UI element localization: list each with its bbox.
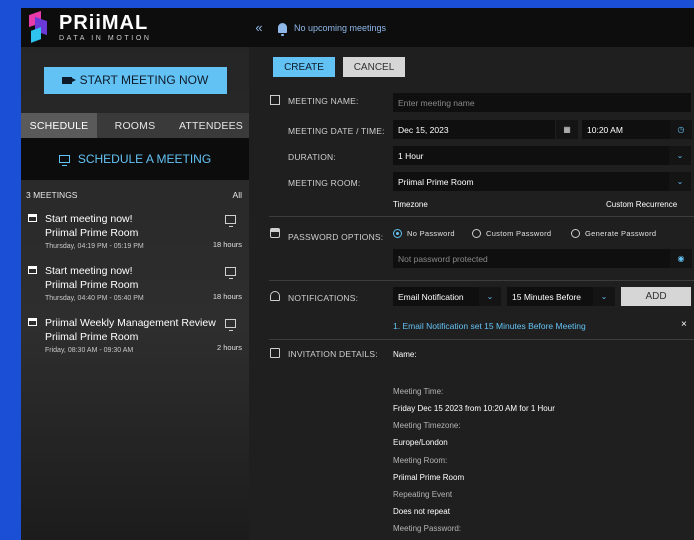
radio-no-password[interactable]: No Password: [393, 229, 455, 238]
calendar-icon: [28, 266, 37, 274]
divider: [269, 280, 694, 281]
invite-meeting-time: Friday Dec 15 2023 from 10:20 AM for 1 H…: [393, 404, 555, 413]
join-screen-icon[interactable]: [225, 215, 236, 227]
calendar-icon: [28, 214, 37, 222]
meeting-room-select[interactable]: Priimal Prime Room: [393, 172, 669, 191]
chevron-down-icon[interactable]: ⌄: [669, 146, 691, 165]
join-screen-icon[interactable]: [225, 267, 236, 279]
start-meeting-label: START MEETING NOW: [79, 73, 209, 87]
meeting-list-item[interactable]: Start meeting now! Priimal Prime Room Th…: [21, 258, 249, 310]
app-window: PRiiMAL DATA IN MOTION START MEETING NOW…: [21, 8, 694, 540]
calendar-icon: [28, 318, 37, 326]
create-meeting-panel: « No upcoming meetings CREATE CANCEL MEE…: [249, 8, 694, 540]
calendar-icon: [270, 95, 280, 105]
invite-repeat-label: Repeating Event: [393, 490, 453, 499]
top-bar: « No upcoming meetings: [249, 8, 694, 47]
invitation-details-label: INVITATION DETAILS:: [288, 349, 378, 359]
duration-select[interactable]: 1 Hour: [393, 146, 669, 165]
tab-rooms[interactable]: ROOMS: [97, 113, 173, 138]
brand-header: PRiiMAL DATA IN MOTION: [21, 8, 249, 47]
divider: [269, 339, 694, 340]
create-button[interactable]: CREATE: [273, 57, 335, 77]
meeting-title: Start meeting now!: [45, 213, 133, 225]
notification-type-select[interactable]: Email Notification: [393, 287, 479, 306]
eye-icon[interactable]: ◉: [670, 249, 692, 268]
invite-password-label: Meeting Password:: [393, 524, 462, 533]
schedule-a-meeting-button[interactable]: SCHEDULE A MEETING: [21, 138, 249, 180]
bell-icon: [278, 22, 287, 36]
join-screen-icon[interactable]: [225, 319, 236, 331]
duration-label: DURATION:: [288, 152, 336, 162]
envelope-icon: [270, 348, 280, 358]
radio-label: No Password: [407, 229, 455, 238]
meeting-room: Priimal Prime Room: [45, 279, 139, 291]
meeting-starts-in: 18 hours: [212, 292, 242, 301]
timezone-link[interactable]: Timezone: [393, 200, 428, 209]
radio-generate-password[interactable]: Generate Password: [571, 229, 656, 238]
meeting-list-item[interactable]: Start meeting now! Priimal Prime Room Th…: [21, 206, 249, 258]
custom-recurrence-link[interactable]: Custom Recurrence: [606, 200, 677, 209]
bell-icon: [270, 291, 280, 301]
clock-icon[interactable]: ◷: [670, 120, 692, 139]
radio-custom-password[interactable]: Custom Password: [472, 229, 551, 238]
meetings-filter-all[interactable]: All: [233, 190, 242, 206]
notification-list-item: 1. Email Notification set 15 Minutes Bef…: [393, 321, 586, 331]
meeting-title: Start meeting now!: [45, 265, 133, 277]
tab-schedule[interactable]: SCHEDULE: [21, 113, 97, 138]
chevron-down-icon[interactable]: ⌄: [593, 287, 615, 306]
video-camera-icon: [61, 76, 76, 84]
calendar-picker-icon[interactable]: ▦: [556, 120, 578, 139]
meeting-room: Priimal Prime Room: [45, 227, 139, 239]
collapse-sidebar-button[interactable]: «: [249, 8, 269, 47]
tab-attendees[interactable]: ATTENDEES: [173, 113, 249, 138]
sidebar-tabs: SCHEDULE ROOMS ATTENDEES: [21, 113, 249, 138]
notifications-label: NOTIFICATIONS:: [288, 293, 359, 303]
radio-selected-icon: [393, 229, 402, 238]
password-status-field[interactable]: Not password protected: [393, 249, 670, 268]
password-options-label: PASSWORD OPTIONS:: [288, 232, 384, 242]
chevron-down-icon[interactable]: ⌄: [479, 287, 501, 306]
invite-room: Priimal Prime Room: [393, 473, 465, 482]
invite-timezone: Europe/London: [393, 438, 448, 447]
radio-icon: [472, 229, 481, 238]
start-meeting-now-button[interactable]: START MEETING NOW: [43, 66, 227, 94]
schedule-a-meeting-label: SCHEDULE A MEETING: [77, 152, 212, 166]
meeting-starts-in: 2 hours: [216, 343, 242, 352]
meetings-header: 3 MEETINGS All: [21, 180, 249, 206]
invite-timezone-label: Meeting Timezone:: [393, 421, 461, 430]
remove-notification-icon[interactable]: ×: [681, 319, 687, 330]
priimal-logo-icon: [29, 10, 51, 43]
monitor-icon: [58, 155, 70, 166]
add-notification-button[interactable]: ADD: [621, 287, 691, 306]
meeting-time-input[interactable]: 10:20 AM: [582, 120, 670, 139]
meeting-date-input[interactable]: Dec 15, 2023: [393, 120, 555, 139]
sidebar: PRiiMAL DATA IN MOTION START MEETING NOW…: [21, 8, 249, 540]
meeting-date-time-label: MEETING DATE / TIME:: [288, 126, 385, 136]
invite-room-label: Meeting Room:: [393, 456, 448, 465]
radio-label: Custom Password: [486, 229, 552, 238]
radio-label: Generate Password: [585, 229, 657, 238]
lock-icon: [270, 228, 280, 238]
radio-icon: [571, 229, 580, 238]
divider: [269, 216, 694, 217]
meeting-starts-in: 18 hours: [212, 240, 242, 249]
brand-name: PRiiMAL: [59, 12, 149, 34]
notification-time-select[interactable]: 15 Minutes Before: [507, 287, 593, 306]
invite-repeat: Does not repeat: [393, 507, 450, 516]
meeting-title: Priimal Weekly Management Review: [45, 317, 216, 329]
chevron-down-icon[interactable]: ⌄: [669, 172, 691, 191]
meeting-list-item[interactable]: Priimal Weekly Management Review Priimal…: [21, 310, 249, 362]
meeting-name-label: MEETING NAME:: [288, 96, 359, 106]
cancel-button[interactable]: CANCEL: [343, 57, 405, 77]
brand-tagline: DATA IN MOTION: [59, 35, 152, 42]
meeting-name-input[interactable]: Enter meeting name: [393, 93, 691, 112]
invite-name-label: Name:: [393, 350, 417, 359]
meeting-room-label: MEETING ROOM:: [288, 178, 361, 188]
upcoming-meetings-notice: No upcoming meetings: [294, 22, 387, 33]
invite-meeting-time-label: Meeting Time:: [393, 387, 444, 396]
meetings-count: 3 MEETINGS: [26, 190, 78, 200]
